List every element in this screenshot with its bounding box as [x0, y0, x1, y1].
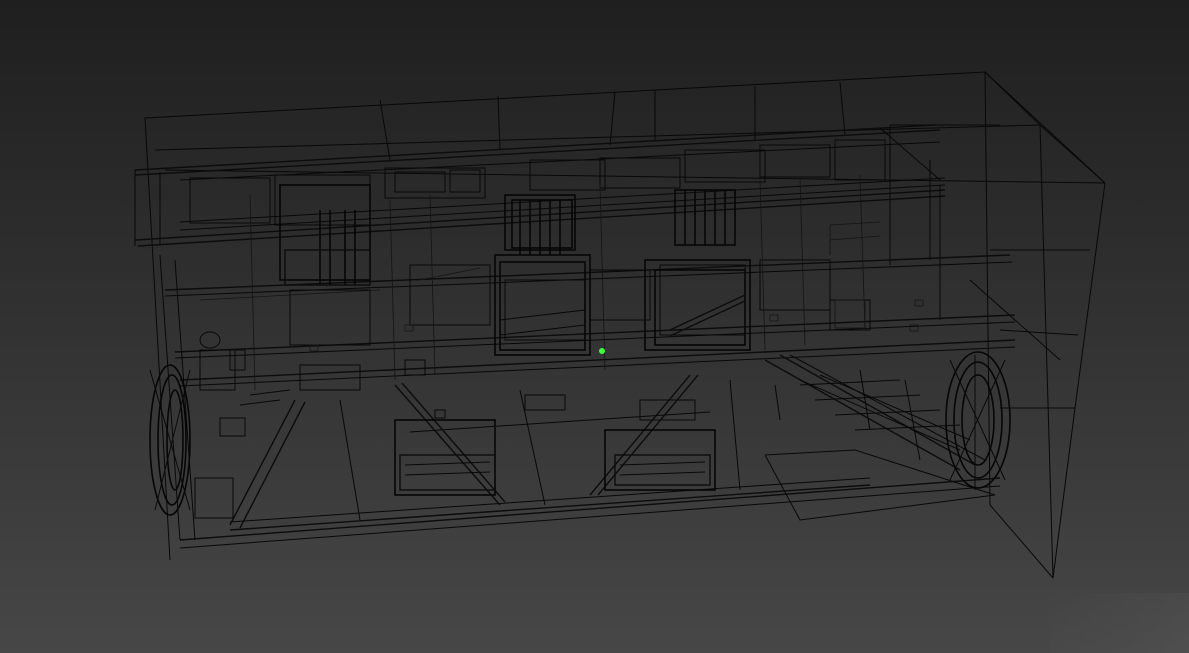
- lower-structure-wireframe: [179, 374, 1001, 549]
- pivot-point-icon[interactable]: [599, 348, 605, 354]
- rear-wheel-wireframe: [149, 331, 221, 516]
- wireframe-model[interactable]: [0, 0, 1189, 653]
- viewport-corner-shade: [1049, 593, 1189, 653]
- 3d-viewport[interactable]: [0, 0, 1189, 653]
- front-wheel-wireframe: [945, 351, 1011, 490]
